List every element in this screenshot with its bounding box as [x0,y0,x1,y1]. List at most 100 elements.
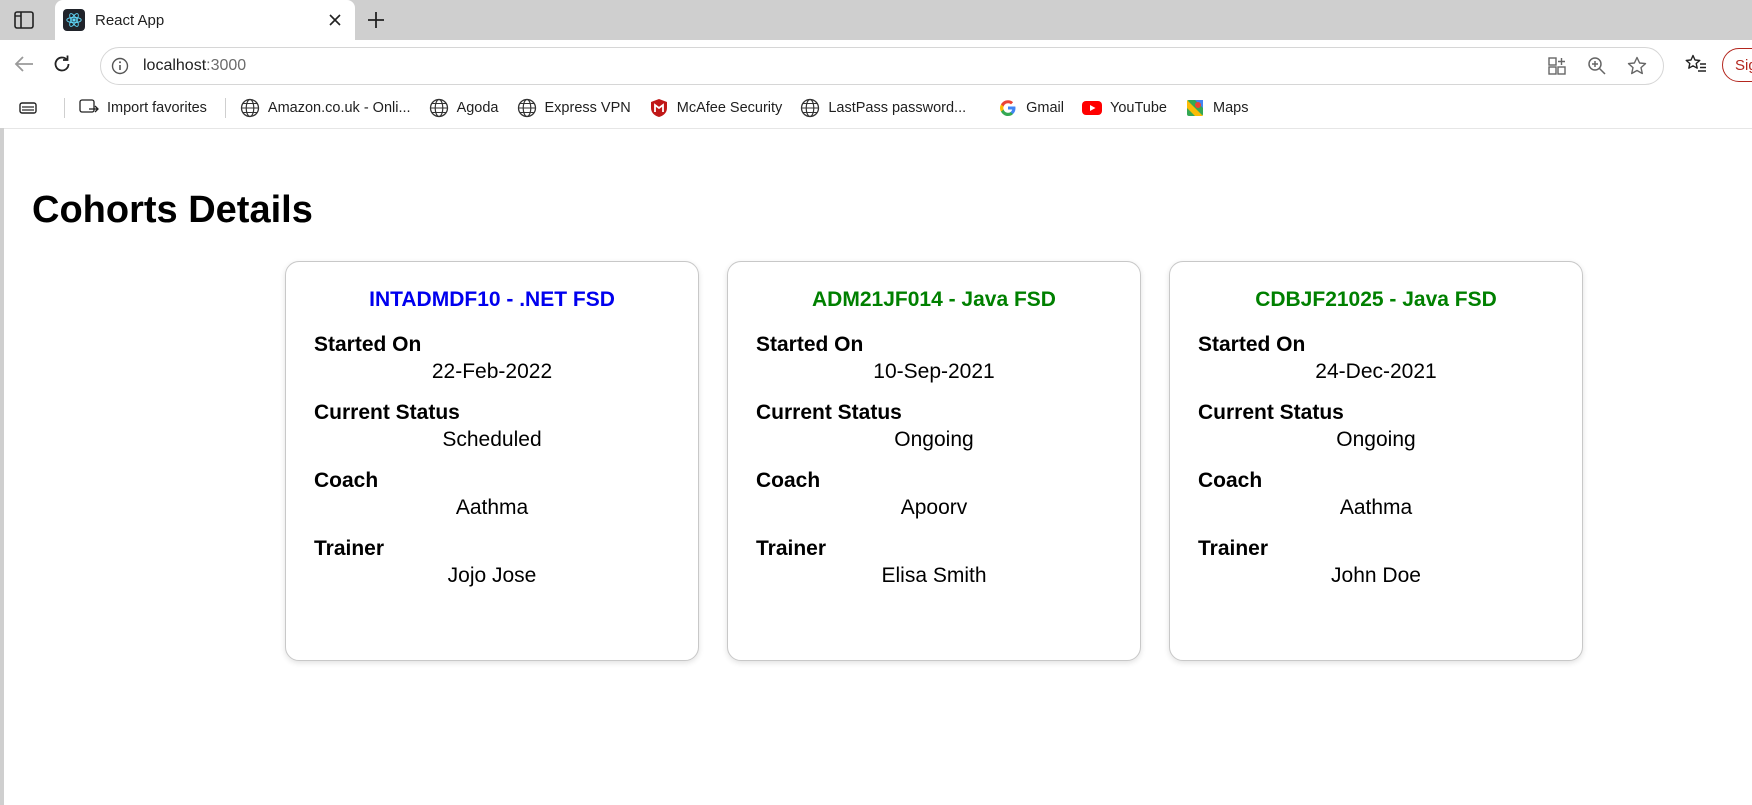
coach-value: Aathma [455,496,529,519]
bookmark-amazon[interactable]: Amazon.co.uk - Onli... [240,98,411,118]
bookmark-import-favorites[interactable]: Import favorites [79,98,207,118]
bookmark-label: Gmail [1026,100,1065,116]
trainer-field: Trainer Elisa Smith [756,536,1112,590]
field-label: Coach [756,469,821,492]
active-tab[interactable]: React App [55,0,355,40]
field-label: Trainer [756,537,827,560]
started-on-field: Started On 22-Feb-2022 [314,332,670,386]
plus-icon [368,12,384,28]
bookmark-label: YouTube [1110,100,1167,116]
import-icon [79,98,99,118]
coach-field: Coach Aathma [314,468,670,522]
page-title: Cohorts Details [32,189,313,231]
field-label: Current Status [1198,401,1344,424]
cohort-card: CDBJF21025 - Java FSD Started On 24-Dec-… [1169,261,1583,661]
status-value: Ongoing [894,428,974,451]
cohort-card-list: INTADMDF10 - .NET FSD Started On 22-Feb-… [285,261,1583,661]
react-favicon-icon [63,9,85,31]
tab-title: React App [95,11,165,29]
zoom-in-icon [1588,57,1606,75]
cohort-title: ADM21JF014 - Java FSD [812,288,1056,311]
globe-icon [429,98,449,118]
star-icon [1627,56,1647,75]
bookmark-express-vpn[interactable]: Express VPN [517,98,631,118]
field-label: Started On [314,333,422,356]
field-label: Trainer [314,537,385,560]
field-label: Coach [1198,469,1263,492]
trainer-value: Elisa Smith [881,564,987,587]
bookmark-label: Agoda [456,100,499,116]
reload-icon [54,55,70,72]
new-tab-button[interactable] [362,6,390,34]
bookmarks-separator [64,98,65,118]
tab-actions-button[interactable] [10,8,38,32]
field-label: Current Status [314,401,460,424]
trainer-field: Trainer John Doe [1198,536,1554,590]
bookmark-gmail[interactable]: Gmail [998,98,1064,118]
mcafee-icon [649,98,669,118]
bookmarks-separator [224,98,226,118]
close-icon [329,14,341,26]
site-info-icon[interactable] [109,55,131,77]
globe-icon [240,98,260,118]
maps-icon [1185,98,1205,118]
favorites-list-icon [1685,54,1706,72]
google-icon [998,98,1018,118]
started-on-value: 24-Dec-2021 [1315,360,1437,383]
bookmark-label: LastPass password... [828,100,967,116]
bookmark-label: Express VPN [544,100,631,116]
bookmark-lastpass[interactable]: LastPass password... [800,98,966,118]
trainer-value: Jojo Jose [447,564,537,587]
coach-value: Apoorv [900,496,968,519]
cohort-card: INTADMDF10 - .NET FSD Started On 22-Feb-… [285,261,699,661]
bookmark-maps[interactable]: Maps [1185,98,1248,118]
favorites-button[interactable] [1682,50,1710,78]
bookmark-label: Amazon.co.uk - Onli... [267,100,411,116]
bookmark-mcafee[interactable]: McAfee Security [649,98,783,118]
sign-in-button[interactable]: Sig [1722,48,1752,82]
url-text[interactable]: localhost:3000 [143,57,1543,75]
tab-close-button[interactable] [321,6,349,34]
cohort-title: CDBJF21025 - Java FSD [1255,288,1497,311]
youtube-icon [1082,98,1103,118]
bookmarks-bar: Import favorites Amazon.co.uk - Onli... … [0,88,1752,128]
page-viewport: Cohorts Details INTADMDF10 - .NET FSD St… [4,128,1752,805]
trainer-field: Trainer Jojo Jose [314,536,670,590]
back-arrow-icon [14,56,33,72]
zoom-button[interactable] [1583,52,1611,80]
reload-button[interactable] [48,50,76,78]
coach-value: Aathma [1339,496,1413,519]
started-on-field: Started On 24-Dec-2021 [1198,332,1554,386]
trainer-value: John Doe [1331,564,1421,587]
tab-strip: React App [0,0,1752,40]
coach-field: Coach Aathma [1198,468,1554,522]
field-label: Started On [1198,333,1306,356]
field-label: Coach [314,469,379,492]
field-label: Started On [756,333,864,356]
coach-field: Coach Apoorv [756,468,1112,522]
status-value: Scheduled [442,428,542,451]
started-on-field: Started On 10-Sep-2021 [756,332,1112,386]
bookmark-label: Maps [1213,100,1249,116]
field-label: Current Status [756,401,902,424]
bookmark-agoda[interactable]: Agoda [429,98,499,118]
field-label: Trainer [1198,537,1269,560]
app-install-button[interactable] [1543,52,1571,80]
tab-actions-icon [14,11,34,29]
back-button[interactable] [10,50,38,78]
bookmark-label: McAfee Security [676,100,783,116]
address-bar[interactable]: localhost:3000 [100,47,1664,85]
globe-icon [800,98,820,118]
status-value: Ongoing [1336,428,1416,451]
browser-toolbar: localhost:3000 Sig [0,40,1752,88]
cohort-title: INTADMDF10 - .NET FSD [369,288,615,311]
status-field: Current Status Ongoing [1198,400,1554,454]
collections-icon [18,98,38,118]
favorite-button[interactable] [1623,52,1651,80]
bookmarks-menu-button[interactable] [18,98,46,118]
status-field: Current Status Ongoing [756,400,1112,454]
bookmark-label: Import favorites [107,100,207,116]
started-on-value: 22-Feb-2022 [431,360,553,383]
globe-icon [517,98,537,118]
bookmark-youtube[interactable]: YouTube [1082,98,1167,118]
